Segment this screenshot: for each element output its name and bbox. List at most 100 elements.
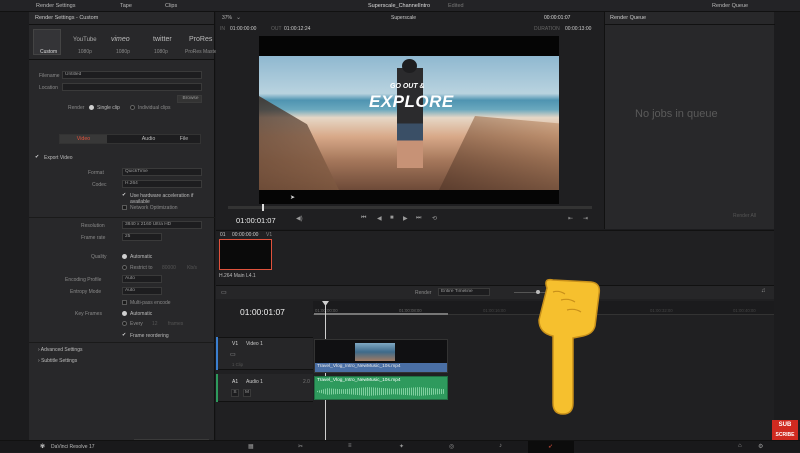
audio-icon[interactable]: ◀︎)	[296, 215, 303, 222]
prev-clip-icon[interactable]: ⇤	[568, 215, 573, 222]
play-icon[interactable]: ▶	[403, 215, 408, 222]
a1-label: A1	[232, 379, 239, 385]
video-clip[interactable]: Travel_Vlog_Intro_NewMusic_10s.mp4	[314, 339, 448, 373]
single-clip-radio[interactable]	[89, 105, 94, 110]
render-queue-title: Render Queue	[610, 15, 647, 21]
zoom-level[interactable]: 37%	[222, 15, 232, 21]
fusion-page-icon[interactable]: ✦	[399, 443, 404, 450]
render-queue-panel: Render Queue No jobs in queue Render All	[604, 12, 775, 229]
media-page-icon[interactable]: ▦	[248, 443, 254, 450]
skip-back-icon[interactable]: ⏮	[361, 215, 366, 222]
filename-field[interactable]: Untitled	[62, 71, 202, 79]
cut-page-icon[interactable]: ✂	[298, 443, 303, 450]
in-out-range-bar	[314, 313, 448, 315]
resolution-label: Resolution	[81, 223, 105, 229]
restrict-value[interactable]: 80000	[162, 265, 176, 271]
settings-icon[interactable]: ⚙	[758, 443, 763, 450]
cursor-icon: ➤	[290, 195, 296, 201]
encoding-select[interactable]: Auto	[122, 275, 162, 283]
export-video-label: Export Video	[44, 155, 73, 161]
render-settings-tab[interactable]: Render Settings	[36, 3, 75, 9]
twitter-icon[interactable]: twitter	[153, 36, 172, 43]
render-range-label: Render	[415, 290, 432, 296]
tab-video[interactable]: Video	[60, 135, 107, 143]
in-timecode: 01:00:00:00	[230, 26, 257, 32]
kf-every-value[interactable]: 12	[152, 321, 158, 327]
entropy-select[interactable]: Auto	[122, 287, 162, 295]
music-note-icon[interactable]: ♫	[761, 288, 766, 294]
net-opt-checkbox[interactable]	[122, 205, 127, 210]
youtube-icon[interactable]: YouTube	[73, 37, 97, 43]
audio-clip[interactable]: Travel_Vlog_Intro_NewMusic_10s.mp4	[314, 376, 448, 400]
quality-label: Quality	[91, 254, 107, 260]
hw-accel-check-icon[interactable]: ✔	[122, 192, 126, 198]
out-timecode: 01:00:12:24	[284, 26, 311, 32]
project-title: Superscale_ChannelIntro	[368, 3, 431, 9]
scrubber-bar[interactable]	[228, 206, 592, 209]
fairlight-page-icon[interactable]: ♪	[499, 443, 502, 449]
multipass-checkbox[interactable]	[122, 300, 127, 305]
play-reverse-icon[interactable]: ◀	[377, 215, 382, 222]
tab-file[interactable]: File	[169, 135, 199, 143]
codec-select[interactable]: H.264	[122, 180, 202, 188]
browse-button[interactable]: Browse	[177, 95, 202, 103]
prores-icon[interactable]: ProRes	[189, 36, 212, 43]
resolution-select[interactable]: 3840 x 2160 Ultra HD	[122, 221, 202, 229]
kf-every-radio[interactable]	[122, 321, 127, 326]
stop-icon[interactable]: ■	[390, 215, 394, 221]
timeline-timecode: 01:00:01:07	[240, 307, 285, 317]
quality-automatic-label: Automatic	[130, 254, 153, 260]
frame-reorder-label: Frame reordering	[130, 333, 169, 339]
tab-audio[interactable]: Audio	[125, 135, 172, 143]
location-field[interactable]	[62, 83, 202, 91]
advanced-settings-toggle[interactable]: › Advanced Settings	[38, 347, 82, 353]
audio1-label: Audio 1	[246, 379, 263, 385]
filename-label: Filename	[39, 73, 60, 79]
loop-icon[interactable]: ⟲	[432, 215, 437, 222]
format-select[interactable]: QuickTime	[122, 168, 202, 176]
restrict-unit: Kb/s	[187, 265, 198, 271]
color-page-icon[interactable]: ◎	[449, 443, 454, 450]
frame-reorder-check-icon[interactable]: ✔	[122, 332, 126, 338]
framerate-select[interactable]: 25	[122, 233, 162, 241]
strip-clip-thumbnail[interactable]	[219, 239, 272, 270]
kf-frames-label: frames	[168, 321, 184, 327]
render-label: Render	[68, 105, 85, 111]
format-label: Format	[88, 170, 104, 176]
export-video-check-icon[interactable]: ✔	[35, 154, 39, 160]
timeline-view-icon[interactable]: ▭	[221, 289, 227, 296]
deliver-page-icon[interactable]: ➶	[548, 443, 553, 450]
v1-label: V1	[232, 341, 239, 347]
kf-automatic-radio[interactable]	[122, 311, 127, 316]
render-all-button[interactable]: Render All	[733, 213, 756, 219]
restrict-radio[interactable]	[122, 265, 127, 270]
bottom-bar: ✾ DaVinci Resolve 17 ▦ ✂ ≡ ✦ ◎ ♪ ➶ ⌂ ⚙	[0, 440, 800, 453]
skip-forward-icon[interactable]: ⏭	[416, 215, 421, 222]
preset-vimeo-label: 1080p	[116, 49, 130, 55]
quality-automatic-radio[interactable]	[122, 254, 127, 259]
vimeo-icon[interactable]: vimeo	[111, 36, 130, 43]
video-frame: GO OUT & EXPLORE	[259, 36, 559, 204]
mute-button[interactable]: M	[243, 389, 251, 397]
edit-page-icon[interactable]: ≡	[348, 443, 352, 449]
individual-clips-radio[interactable]	[130, 105, 135, 110]
monitor-icon[interactable]: ▭	[230, 351, 236, 358]
strip-track: V1	[266, 232, 273, 238]
restrict-label: Restrict to	[130, 265, 153, 271]
panel-title: Render Settings - Custom	[35, 15, 99, 21]
solo-button[interactable]: S	[231, 389, 239, 397]
clips-tab[interactable]: Clips	[165, 3, 177, 9]
duration-timecode: 00:00:13:00	[565, 26, 592, 32]
tape-tab[interactable]: Tape	[120, 3, 132, 9]
render-range-select[interactable]: Entire Timeline	[438, 288, 490, 296]
render-queue-toggle[interactable]: Render Queue	[712, 3, 748, 9]
subtitle-settings-toggle[interactable]: › Subtitle Settings	[38, 358, 77, 364]
scrubber-playhead[interactable]	[262, 204, 264, 211]
next-clip-icon[interactable]: ⇥	[583, 215, 588, 222]
video-preview-image: GO OUT & EXPLORE	[259, 56, 559, 190]
ruler-tick-4: 01:00:32:00	[650, 308, 673, 313]
top-bar: Render Settings Tape Clips Superscale_Ch…	[0, 0, 800, 12]
home-icon[interactable]: ⌂	[738, 443, 742, 449]
subscribe-badge[interactable]: SUB SCRIBE	[772, 420, 798, 442]
chevron-down-icon[interactable]: ⌄	[236, 14, 241, 21]
